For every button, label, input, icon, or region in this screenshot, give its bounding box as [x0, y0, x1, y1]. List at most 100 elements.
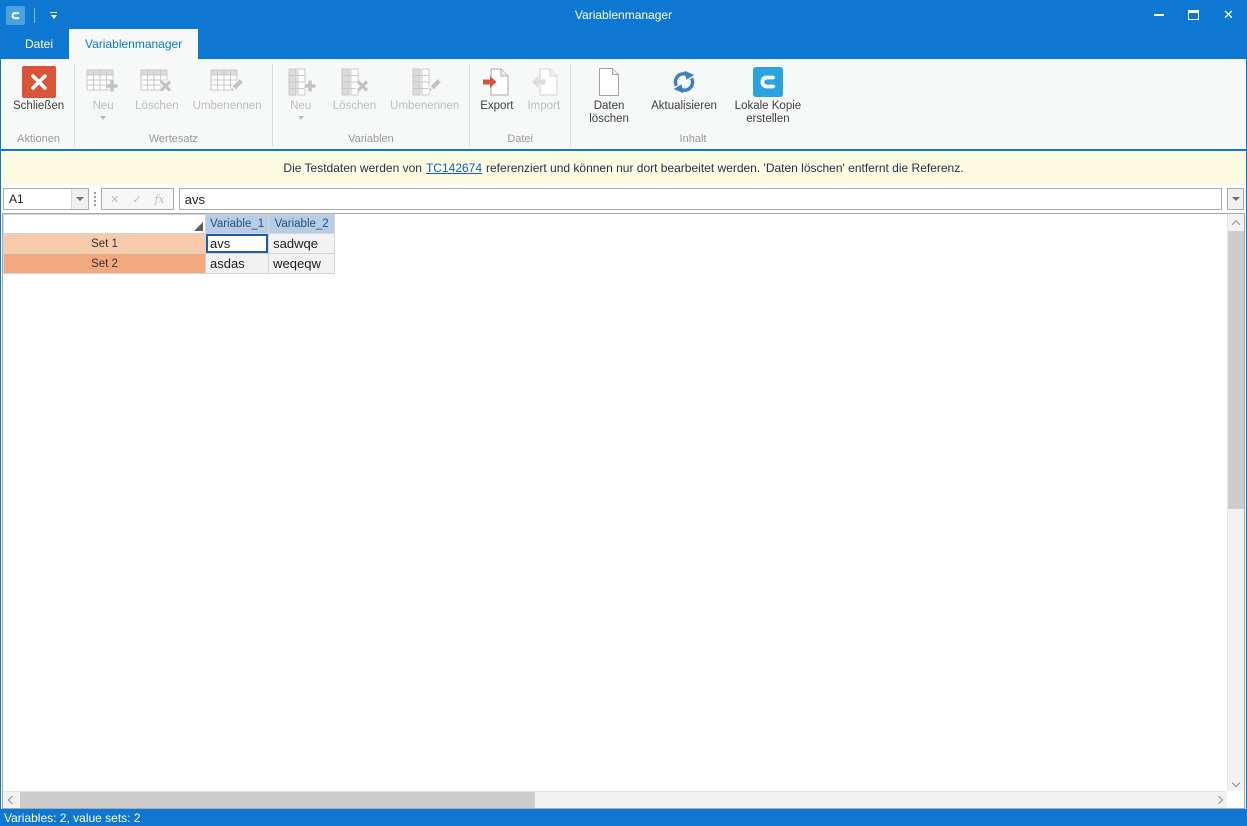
cancel-entry-icon[interactable]: ✕ [110, 193, 119, 206]
spreadsheet-area: Variable_1 Variable_2 Set 1 avs sadwqe S… [2, 213, 1245, 809]
cell-a1[interactable]: avs [206, 234, 269, 254]
column-header-variable-2[interactable]: Variable_2 [269, 215, 335, 234]
variablen-neu-button[interactable]: Neu [276, 59, 326, 120]
status-text: Variables: 2, value sets: 2 [4, 811, 141, 825]
cell-reference: A1 [4, 189, 71, 209]
maximize-icon [1188, 10, 1199, 20]
export-button[interactable]: Export [473, 59, 520, 113]
chevron-down-icon [100, 116, 106, 120]
schliessen-button[interactable]: Schließen [6, 59, 71, 113]
ribbon-group-inhalt: Daten löschen Aktualisieren Lokale Kopie… [571, 59, 815, 149]
quick-access-dropdown-icon[interactable] [44, 9, 63, 22]
vertical-scrollbar-thumb[interactable] [1228, 231, 1244, 509]
lokale-kopie-erstellen-button[interactable]: Lokale Kopie erstellen [724, 59, 812, 126]
variables-table: Variable_1 Variable_2 Set 1 avs sadwqe S… [3, 214, 335, 274]
app-window: Variablenmanager ✕ Datei Variablenmanage… [0, 0, 1247, 826]
group-label-aktionen: Aktionen [6, 132, 71, 149]
wertesatz-umbenennen-button[interactable]: Umbenennen [186, 59, 269, 113]
close-icon: ✕ [1223, 7, 1234, 23]
group-label-inhalt: Inhalt [574, 132, 812, 149]
button-label: Export [480, 100, 513, 113]
variablen-loeschen-button[interactable]: Löschen [326, 59, 383, 113]
tab-variablenmanager[interactable]: Variablenmanager [69, 29, 198, 59]
app-logo-icon[interactable] [6, 6, 25, 25]
status-bar: Variables: 2, value sets: 2 [1, 809, 1246, 826]
info-text-after: referenziert und können nur dort bearbei… [486, 161, 964, 175]
scroll-right-button[interactable] [1210, 792, 1227, 808]
chevron-down-icon [298, 116, 304, 120]
formula-bar: A1 ✕ ✓ fx [1, 185, 1246, 213]
ribbon-group-variablen: Neu Löschen Umbenennen Variablen [273, 59, 470, 149]
minimize-button[interactable] [1141, 1, 1176, 29]
horizontal-scrollbar[interactable] [3, 791, 1227, 808]
chevron-down-icon [1232, 197, 1240, 201]
wertesatz-loeschen-button[interactable]: Löschen [128, 59, 185, 113]
cell-b1[interactable]: sadwqe [269, 234, 335, 254]
confirm-entry-icon[interactable]: ✓ [132, 193, 141, 206]
export-icon [481, 63, 513, 100]
cell-a2[interactable]: asdas [206, 254, 269, 274]
reference-info-bar: Die Testdaten werden von TC142674 refere… [1, 151, 1246, 185]
select-all-triangle-icon [194, 222, 203, 231]
row-header-set-1[interactable]: Set 1 [4, 234, 206, 254]
select-all-corner-cell[interactable] [4, 215, 206, 234]
ribbon-group-wertesatz: Neu Löschen Umbenennen Wertesatz [75, 59, 272, 149]
table-row: Set 1 avs sadwqe [4, 234, 335, 254]
formula-bar-expand-button[interactable] [1227, 188, 1244, 210]
maximize-button[interactable] [1176, 1, 1211, 29]
group-label-datei: Datei [473, 132, 567, 149]
button-label: Aktualisieren [651, 100, 717, 113]
spreadsheet-viewport: Variable_1 Variable_2 Set 1 avs sadwqe S… [3, 214, 1227, 791]
formula-input[interactable] [179, 188, 1222, 210]
button-label: Daten löschen [581, 100, 637, 126]
ribbon: Schließen Aktionen Neu [1, 59, 1246, 151]
button-label: Löschen [135, 100, 178, 113]
titlebar-separator [34, 8, 35, 23]
formula-bar-drag-handle[interactable] [94, 192, 96, 206]
blank-page-icon [597, 63, 621, 100]
button-label: Schließen [13, 100, 64, 113]
app-copy-icon [753, 63, 783, 100]
scroll-up-button[interactable] [1228, 214, 1244, 231]
ribbon-group-datei: Export Import Datei [470, 59, 570, 149]
import-button[interactable]: Import [520, 59, 567, 113]
table-row: Set 2 asdas weqeqw [4, 254, 335, 274]
chevron-up-icon [1232, 220, 1240, 228]
name-box-dropdown[interactable] [71, 189, 88, 209]
column-header-variable-1[interactable]: Variable_1 [206, 215, 269, 234]
table-rename-icon [209, 63, 245, 100]
button-label: Löschen [333, 100, 376, 113]
wertesatz-neu-button[interactable]: Neu [78, 59, 128, 120]
window-title: Variablenmanager [1, 8, 1246, 22]
scroll-left-button[interactable] [3, 792, 20, 808]
cell-b2[interactable]: weqeqw [269, 254, 335, 274]
close-button[interactable]: ✕ [1211, 1, 1246, 29]
button-label: Umbenennen [193, 100, 262, 113]
import-icon [528, 63, 560, 100]
testcase-link[interactable]: TC142674 [426, 161, 482, 175]
button-label: Import [527, 100, 560, 113]
button-label: Umbenennen [390, 100, 459, 113]
table-delete-icon [139, 63, 175, 100]
chevron-down-icon [1232, 778, 1240, 786]
tab-datei[interactable]: Datei [9, 29, 69, 59]
chevron-left-icon [7, 796, 15, 804]
formula-buttons: ✕ ✓ fx [101, 188, 174, 210]
column-add-icon [283, 63, 319, 100]
cell-name-box[interactable]: A1 [3, 188, 89, 210]
chevron-down-icon [76, 197, 84, 201]
variablen-umbenennen-button[interactable]: Umbenennen [383, 59, 466, 113]
minimize-icon [1154, 14, 1164, 16]
aktualisieren-button[interactable]: Aktualisieren [644, 59, 724, 113]
column-delete-icon [336, 63, 372, 100]
horizontal-scrollbar-thumb[interactable] [20, 792, 535, 808]
button-label: Neu [93, 100, 114, 113]
daten-loeschen-button[interactable]: Daten löschen [574, 59, 644, 126]
button-label: Neu [290, 100, 311, 113]
insert-function-icon[interactable]: fx [154, 193, 164, 206]
row-header-set-2[interactable]: Set 2 [4, 254, 206, 274]
group-label-variablen: Variablen [276, 132, 467, 149]
scroll-down-button[interactable] [1228, 774, 1244, 791]
vertical-scrollbar[interactable] [1227, 214, 1244, 791]
group-label-wertesatz: Wertesatz [78, 132, 269, 149]
